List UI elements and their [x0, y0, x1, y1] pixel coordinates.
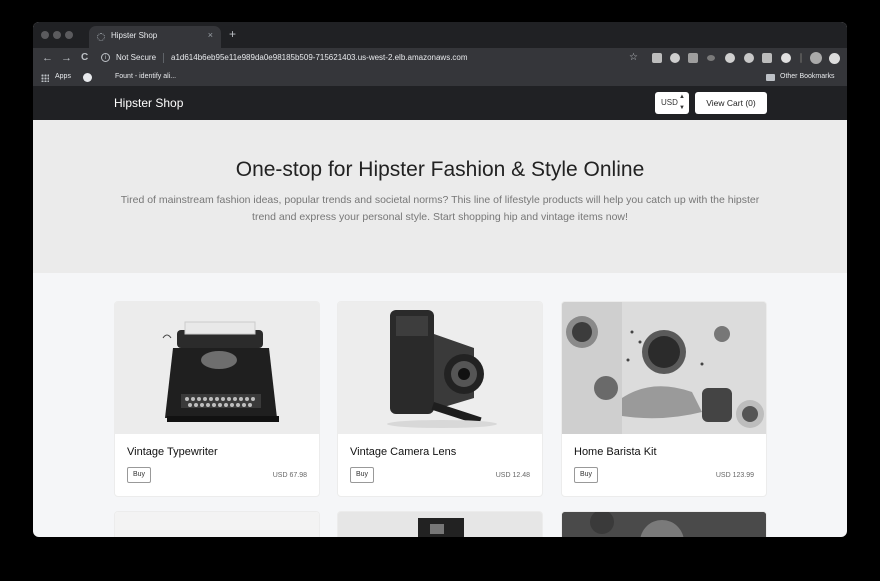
product-card[interactable]: Vintage Typewriter Buy USD 67.98: [114, 301, 320, 497]
profile-avatar[interactable]: [810, 52, 822, 64]
tab-title: Hipster Shop: [111, 31, 158, 40]
url-text[interactable]: a1d614b6eb95e11e989da0e98185b509-7156214…: [171, 53, 468, 62]
reload-button[interactable]: C: [81, 52, 88, 64]
tab-strip: Hipster Shop × +: [33, 22, 847, 48]
buy-button[interactable]: Buy: [574, 467, 598, 483]
apps-grid-icon: [41, 74, 49, 82]
toolbar-divider: [800, 53, 802, 63]
extension-icon[interactable]: [670, 53, 680, 63]
fount-favicon-icon: [83, 73, 92, 82]
bookmark-fount[interactable]: Fount - identify ali...: [115, 73, 176, 80]
hero-section: One-stop for Hipster Fashion & Style Onl…: [33, 120, 847, 273]
minimize-window-dot[interactable]: [53, 31, 61, 39]
security-label: Not Secure: [116, 53, 157, 62]
forward-button[interactable]: →: [61, 52, 72, 64]
browser-toolbar: ← → C i Not Secure a1d614b6eb95e11e989da…: [33, 48, 847, 70]
product-name[interactable]: Home Barista Kit: [574, 446, 657, 458]
back-button[interactable]: ←: [42, 52, 53, 64]
product-image[interactable]: [562, 512, 766, 537]
close-window-dot[interactable]: [41, 31, 49, 39]
loading-icon: [97, 33, 105, 41]
buy-button[interactable]: Buy: [350, 467, 374, 483]
product-image[interactable]: [115, 302, 319, 434]
product-card[interactable]: [114, 511, 320, 537]
folder-icon: [766, 74, 775, 81]
extension-icon[interactable]: [744, 53, 754, 63]
address-bar[interactable]: i Not Secure a1d614b6eb95e11e989da0e9818…: [99, 51, 629, 67]
product-price: USD 123.99: [715, 472, 754, 479]
bookmark-other[interactable]: Other Bookmarks: [780, 73, 834, 80]
brand-logo[interactable]: Hipster Shop: [114, 96, 183, 110]
divider: [163, 53, 164, 63]
tab-close-icon[interactable]: ×: [208, 30, 213, 40]
product-price: USD 12.48: [495, 472, 530, 479]
bookmarks-bar: Apps Fount - identify ali... Other Bookm…: [33, 70, 847, 87]
product-card[interactable]: Vintage Camera Lens Buy USD 12.48: [337, 301, 543, 497]
currency-value: USD: [661, 98, 678, 107]
bookmark-apps[interactable]: Apps: [55, 73, 71, 80]
maximize-window-dot[interactable]: [65, 31, 73, 39]
hero-subtitle: Tired of mainstream fashion ideas, popul…: [120, 194, 760, 223]
extension-icon[interactable]: [652, 53, 662, 63]
product-image[interactable]: [562, 302, 766, 434]
product-image[interactable]: [338, 302, 542, 434]
select-arrows-icon: ▲ ▼: [679, 94, 685, 111]
view-cart-button[interactable]: View Cart (0): [695, 92, 767, 114]
info-icon[interactable]: i: [101, 53, 110, 62]
product-card[interactable]: [337, 511, 543, 537]
product-card[interactable]: Home Barista Kit Buy USD 123.99: [561, 301, 767, 497]
product-image[interactable]: [338, 512, 542, 537]
buy-button[interactable]: Buy: [127, 467, 151, 483]
site-header: Hipster Shop USD ▲ ▼ View Cart (0): [33, 86, 847, 120]
hero-title: One-stop for Hipster Fashion & Style Onl…: [235, 158, 645, 181]
bookmark-star-icon[interactable]: ☆: [629, 52, 638, 64]
browser-window: Hipster Shop × + ← → C i Not Secure a1d6…: [33, 22, 847, 537]
extension-icon[interactable]: [725, 53, 735, 63]
currency-select[interactable]: USD ▲ ▼: [655, 92, 689, 114]
extension-icon[interactable]: [762, 53, 772, 63]
extension-icon[interactable]: [829, 53, 840, 64]
product-card[interactable]: [561, 511, 767, 537]
extension-icon[interactable]: [781, 53, 791, 63]
tab-hipster-shop[interactable]: Hipster Shop ×: [89, 26, 221, 48]
product-image[interactable]: [115, 512, 319, 537]
extension-icon[interactable]: [707, 55, 715, 61]
product-grid: Vintage Typewriter Buy USD 67.98 Vintage…: [33, 273, 847, 537]
product-name[interactable]: Vintage Typewriter: [127, 446, 218, 458]
extension-icon[interactable]: [688, 53, 698, 63]
product-price: USD 67.98: [272, 472, 307, 479]
new-tab-button[interactable]: +: [229, 28, 236, 40]
product-name[interactable]: Vintage Camera Lens: [350, 446, 456, 458]
